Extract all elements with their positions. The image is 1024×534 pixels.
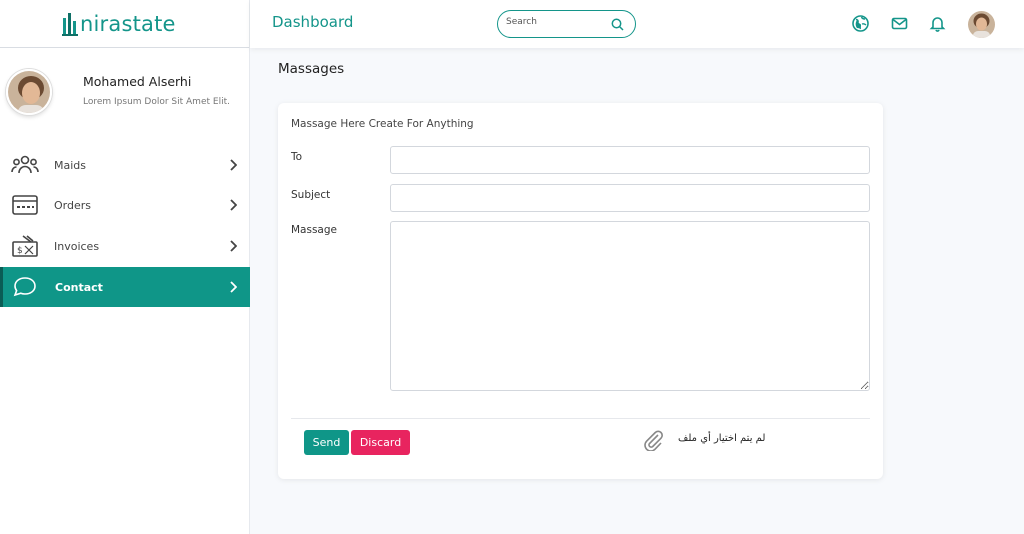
building-logo-icon: [62, 12, 78, 36]
sidebar-item-invoices[interactable]: $ Invoices: [0, 226, 250, 266]
search-input[interactable]: [506, 17, 606, 27]
to-label: To: [291, 151, 303, 163]
profile-name: Mohamed Alserhi: [83, 74, 192, 89]
subject-label: Subject: [291, 189, 331, 201]
bell-icon[interactable]: [929, 15, 946, 32]
message-textarea[interactable]: [390, 221, 870, 391]
user-profile: Mohamed Alserhi Lorem Ipsum Dolor Sit Am…: [0, 48, 250, 140]
users-icon: [11, 155, 39, 174]
sidebar-item-label: Orders: [54, 198, 91, 212]
svg-text:$: $: [17, 246, 23, 256]
file-status-text: لم يتم اختيار أي ملف: [678, 433, 766, 444]
page-title: Dashboard: [272, 13, 354, 31]
message-form-card: Massage Here Create For Anything To Subj…: [278, 103, 883, 479]
sidebar-item-label: Invoices: [54, 239, 100, 253]
sidebar-item-label: Contact: [55, 280, 103, 294]
form-title: Massage Here Create For Anything: [291, 118, 474, 130]
globe-icon[interactable]: [852, 15, 869, 32]
credit-card-icon: [12, 195, 38, 215]
paperclip-icon[interactable]: [642, 429, 664, 451]
chevron-right-icon: [230, 240, 237, 252]
chevron-right-icon: [230, 199, 237, 211]
sidebar: nirastate Mohamed Alserhi Lorem Ipsum Do…: [0, 0, 250, 534]
discard-button[interactable]: Discard: [351, 430, 410, 455]
search-icon[interactable]: [611, 18, 624, 31]
to-field[interactable]: [390, 146, 870, 174]
sidebar-item-maids[interactable]: Maids: [0, 145, 250, 185]
send-button[interactable]: Send: [304, 430, 349, 455]
search-box[interactable]: [497, 10, 636, 38]
logo[interactable]: nirastate: [0, 0, 249, 48]
mail-icon[interactable]: [891, 15, 908, 32]
avatar[interactable]: [6, 69, 52, 115]
chat-bubble-icon: [13, 277, 36, 297]
section-heading: Massages: [278, 61, 345, 77]
sidebar-item-contact[interactable]: Contact: [0, 267, 250, 307]
cash-icon: $: [12, 235, 38, 257]
subject-field[interactable]: [390, 184, 870, 212]
sidebar-item-orders[interactable]: Orders: [0, 185, 250, 225]
divider: [291, 418, 870, 419]
message-label: Massage: [291, 224, 337, 236]
top-header: Dashboard: [250, 0, 1024, 48]
chevron-right-icon: [230, 159, 237, 171]
chevron-right-icon: [230, 281, 237, 293]
profile-description: Lorem Ipsum Dolor Sit Amet Elit.: [83, 97, 230, 107]
sidebar-item-label: Maids: [54, 158, 87, 172]
avatar[interactable]: [968, 11, 995, 38]
brand-name: nirastate: [80, 11, 176, 36]
